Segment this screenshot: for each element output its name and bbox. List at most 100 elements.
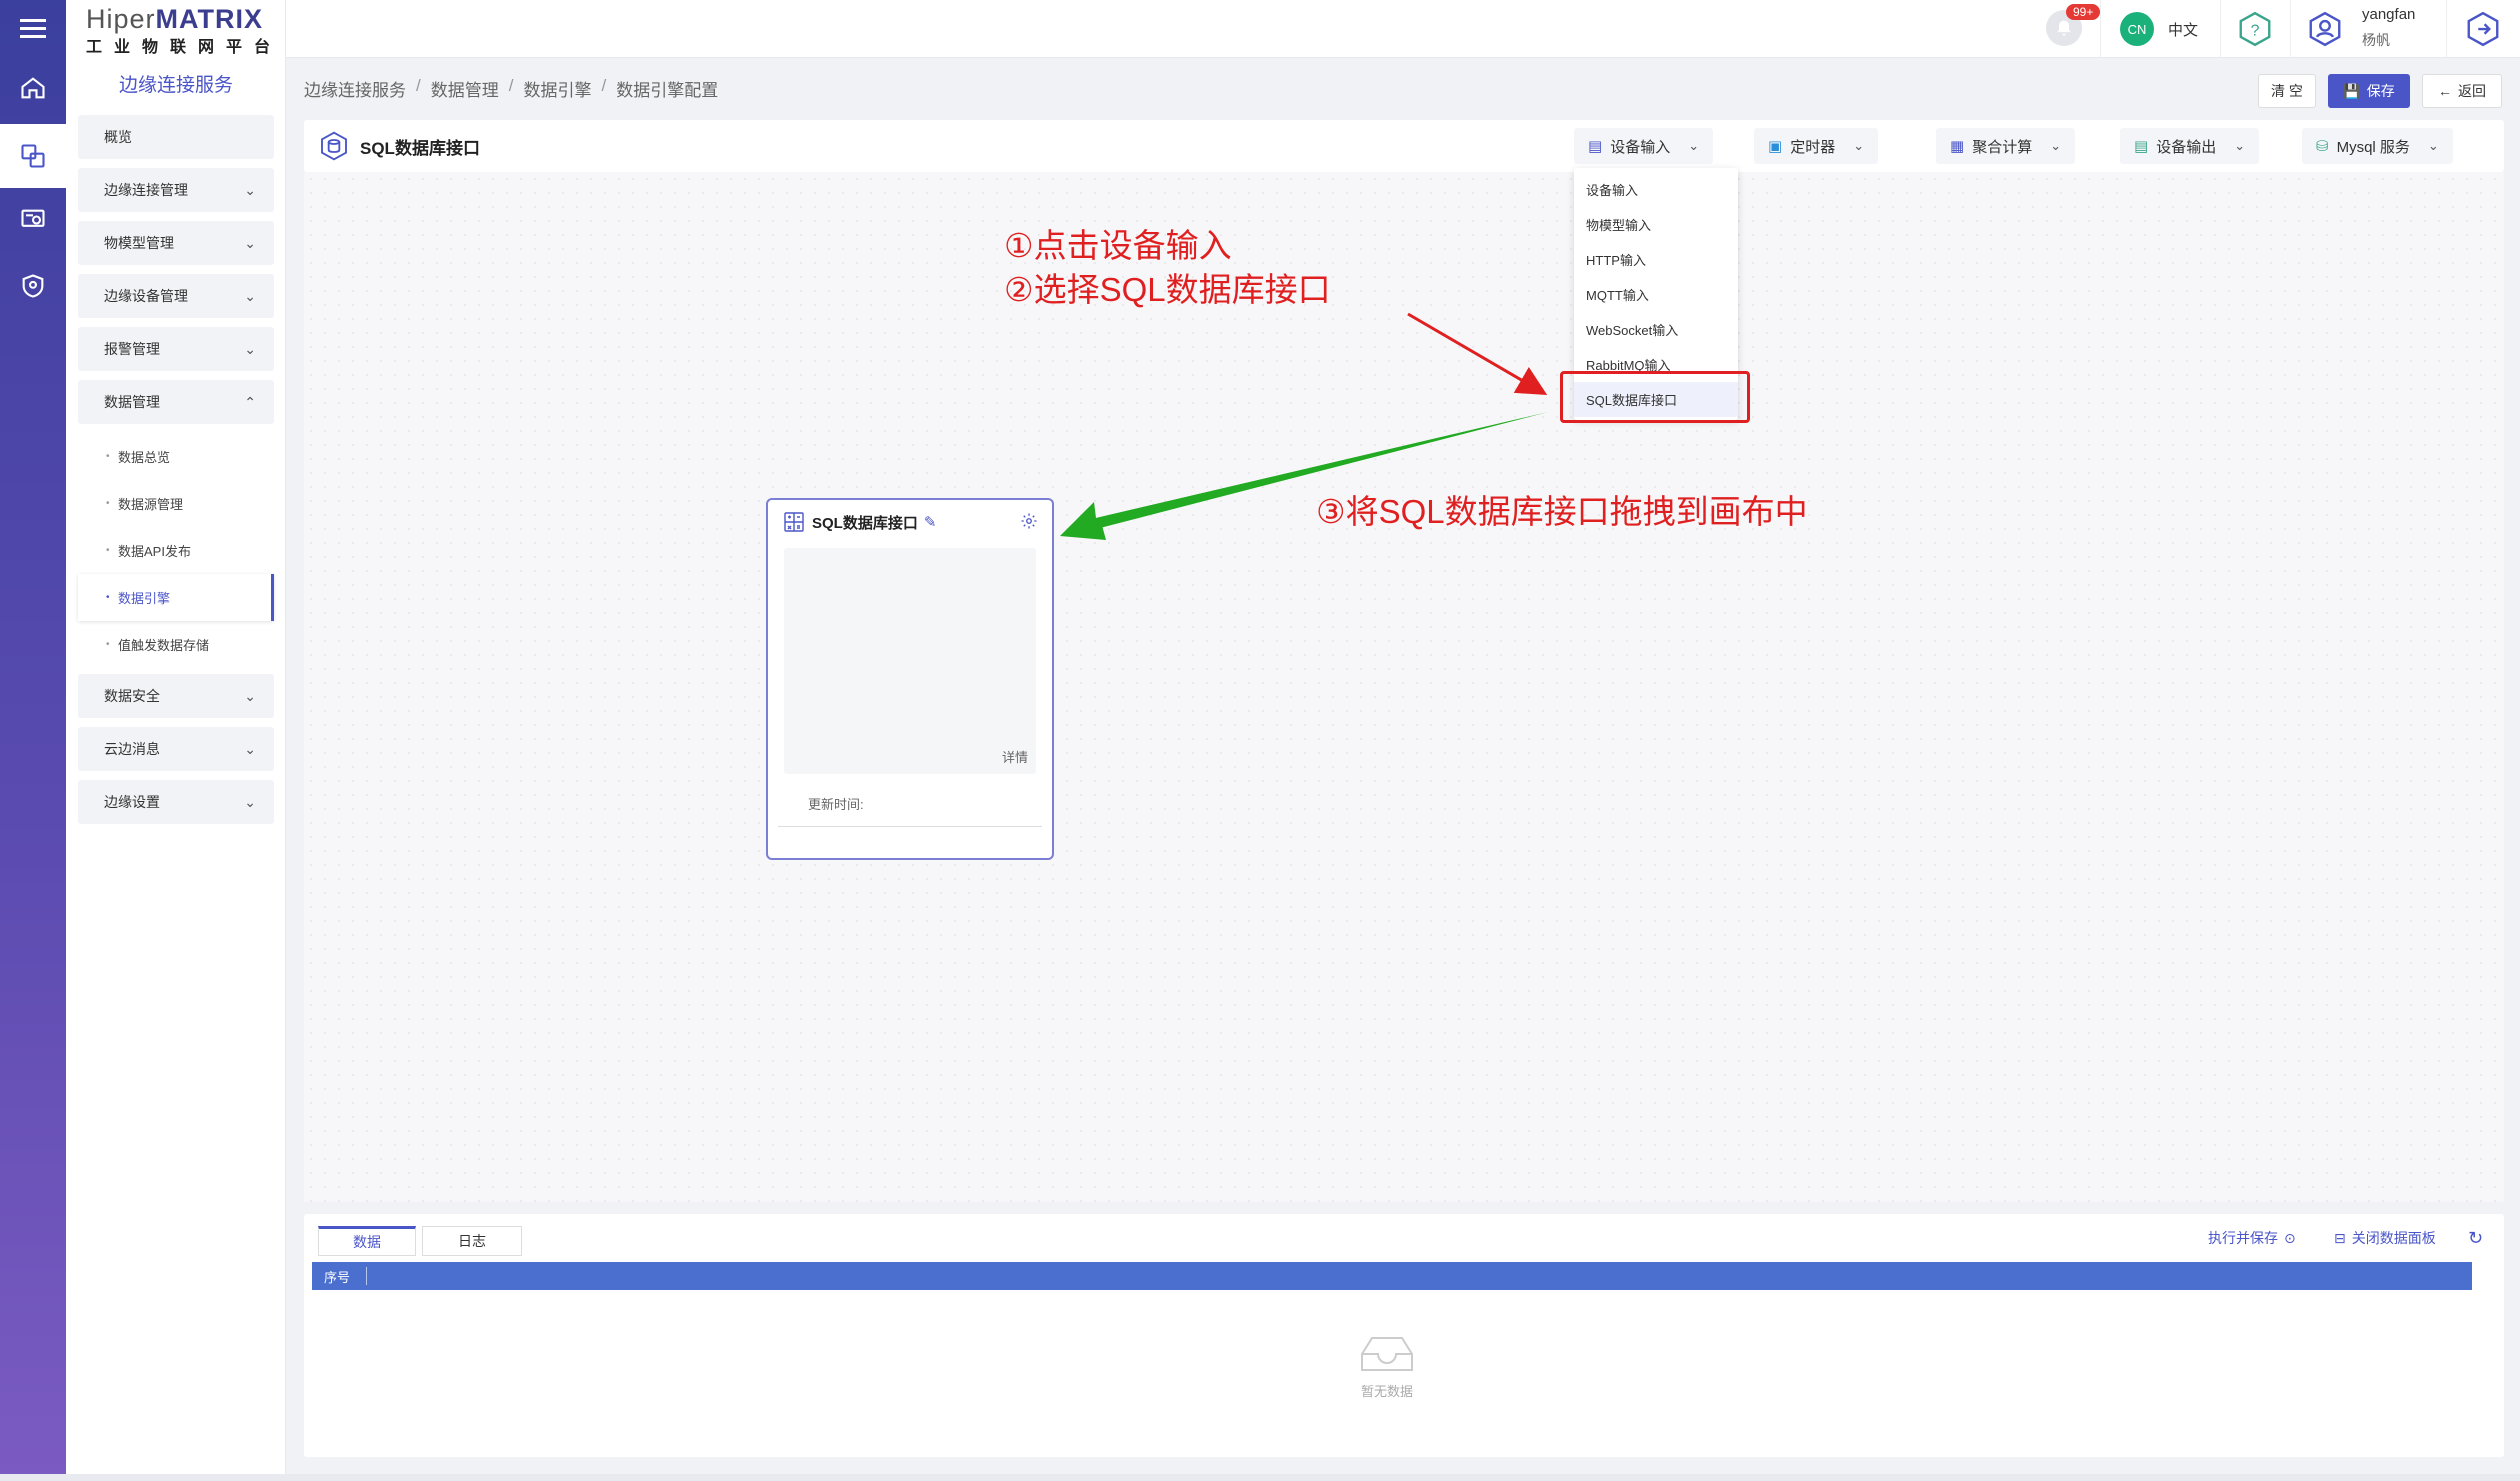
chevron-down-icon: ⌄ (2427, 138, 2439, 153)
language-label[interactable]: 中文 (2168, 19, 2198, 40)
chevron-down-icon: ⌄ (244, 340, 256, 357)
timer-icon: ▣ (1768, 138, 1783, 155)
tab-log[interactable]: 日志 (422, 1226, 522, 1256)
notification-badge: 99+ (2066, 4, 2101, 20)
svg-text:?: ? (2251, 22, 2260, 39)
chevron-down-icon: ⌄ (244, 181, 256, 198)
menu-toggle-icon[interactable] (0, 0, 66, 56)
sidebar-item-thing-model[interactable]: 物模型管理 ⌄ (78, 221, 274, 265)
chevron-down-icon: ⌄ (1853, 138, 1865, 153)
close-panel-button[interactable]: ⊟ 关闭数据面板 (2334, 1228, 2436, 1248)
chevron-down-icon: ⌄ (2234, 138, 2246, 153)
logout-icon[interactable] (2464, 10, 2502, 48)
chevron-down-icon: ⌄ (244, 740, 256, 757)
empty-box-icon (1361, 1337, 1413, 1371)
device-output-icon: ▤ (2134, 138, 2149, 155)
node-update-time: 更新时间: (808, 797, 864, 812)
brand-logo: HiperMATRIX 工业物联网平台 (86, 4, 283, 56)
arrow-left-icon: ← (2438, 83, 2452, 99)
language-icon[interactable]: CN (2120, 12, 2154, 46)
chevron-down-icon: ⌄ (1688, 138, 1700, 153)
user-display-name: 杨帆 (2362, 32, 2390, 48)
shield-icon[interactable] (0, 254, 66, 318)
chevron-up-icon: ⌃ (244, 393, 256, 410)
annotation-step2: ②选择SQL数据库接口 (1004, 271, 1331, 308)
database-icon: ⛁ (2316, 138, 2329, 155)
sidebar-menu: 概览 边缘连接管理⌄ 物模型管理⌄ 边缘设备管理⌄ 报警管理⌄ 数据管理⌃ 数据… (78, 115, 274, 833)
database-hex-icon (321, 131, 347, 161)
gear-icon[interactable] (1020, 512, 1038, 535)
home-icon[interactable] (0, 56, 66, 120)
chevron-down-icon: ⌄ (244, 793, 256, 810)
help-icon[interactable]: ? (2236, 10, 2274, 48)
node-detail-link[interactable]: 详情 (1002, 747, 1028, 766)
device-input-icon: ▤ (1588, 138, 1603, 155)
tab-data[interactable]: 数据 (318, 1226, 416, 1256)
play-icon: ⊙ (2284, 1229, 2296, 1246)
refresh-icon[interactable]: ↻ (2468, 1228, 2483, 1249)
sidebar-subitem-data-overview[interactable]: 数据总览 (78, 433, 274, 480)
menu-item-thing-model-input[interactable]: 物模型输入 (1574, 207, 1738, 242)
data-panel: 数据 日志 执行并保存 ⊙ ⊟ 关闭数据面板 ↻ 序号 暂无数据 (304, 1214, 2504, 1457)
sidebar: HiperMATRIX 工业物联网平台 边缘连接服务 概览 边缘连接管理 ⌄ 物模… (66, 0, 286, 1481)
sidebar-item-edge-device[interactable]: 边缘设备管理 ⌄ (78, 274, 274, 318)
annotation-step1: ①点击设备输入 (1004, 227, 1232, 264)
timer-dropdown[interactable]: ▣ 定时器 ⌄ (1754, 128, 1879, 164)
empty-state: 暂无数据 (1354, 1332, 1420, 1400)
node-toolbar: SQL数据库接口 ▤ 设备输入 ⌄ ▣ 定时器 ⌄ ▦ 聚合计算 ⌄ ▤ 设备输出 ⌄ ⛁ Mys… (304, 120, 2504, 172)
save-icon: 💾 (2343, 82, 2361, 99)
mysql-service-dropdown[interactable]: ⛁ Mysql 服务 ⌄ (2302, 128, 2453, 164)
annotation-step3: ③将SQL数据库接口拖拽到画布中 (1316, 493, 1808, 530)
sidebar-title: 边缘连接服务 (118, 75, 233, 96)
breadcrumb: 边缘连接服务 / 数据管理 / 数据引擎 / 数据引擎配置 (304, 76, 719, 101)
top-header: 99+ CN 中文 ? yangfan 杨帆 (286, 0, 2520, 58)
edge-connection-icon[interactable] (0, 124, 66, 188)
breadcrumb-item[interactable]: 数据管理 (431, 76, 499, 101)
sidebar-subitem-data-api[interactable]: 数据API发布 (78, 527, 274, 574)
menu-item-http-input[interactable]: HTTP输入 (1574, 242, 1738, 277)
aggregate-dropdown[interactable]: ▦ 聚合计算 ⌄ (1936, 128, 2076, 164)
node-preview-area: 详情 (784, 548, 1036, 774)
menu-item-mqtt-input[interactable]: MQTT输入 (1574, 277, 1738, 312)
back-button[interactable]: ← 返回 (2422, 74, 2502, 108)
sidebar-item-data[interactable]: 数据管理 ⌃ (78, 380, 274, 424)
save-button[interactable]: 💾 保存 (2328, 74, 2410, 108)
device-input-dropdown[interactable]: ▤ 设备输入 ⌄ (1574, 128, 1714, 164)
edit-icon[interactable]: ✎ (924, 513, 937, 531)
chevron-down-icon: ⌄ (244, 287, 256, 304)
node-header: SQL数据库接口 ✎ (782, 510, 936, 534)
sidebar-item-edge-settings[interactable]: 边缘设置 ⌄ (78, 780, 274, 824)
menu-item-device-input[interactable]: 设备输入 (1574, 172, 1738, 207)
sidebar-item-edge-connection[interactable]: 边缘连接管理 ⌄ (78, 168, 274, 212)
flow-canvas[interactable] (304, 172, 2504, 1202)
calculator-icon: ▦ (1950, 138, 1965, 155)
icon-rail (0, 0, 66, 1481)
chevron-down-icon: ⌄ (244, 234, 256, 251)
sidebar-item-cloud-edge-msg[interactable]: 云边消息 ⌄ (78, 727, 274, 771)
user-name[interactable]: yangfan (2362, 6, 2415, 23)
sidebar-subitem-trigger-storage[interactable]: 值触发数据存储 (78, 621, 274, 668)
sidebar-subitem-data-engine[interactable]: 数据引擎 (78, 574, 274, 621)
breadcrumb-item: 数据引擎配置 (616, 81, 719, 100)
user-avatar-icon[interactable] (2306, 10, 2344, 48)
menu-item-websocket-input[interactable]: WebSocket输入 (1574, 312, 1738, 347)
chevron-down-icon: ⌄ (244, 687, 256, 704)
highlight-box (1560, 371, 1750, 423)
breadcrumb-item[interactable]: 数据引擎 (523, 76, 591, 101)
chevron-down-icon: ⌄ (2050, 138, 2062, 153)
sidebar-item-alarm[interactable]: 报警管理 ⌄ (78, 327, 274, 371)
calculator-icon (784, 512, 804, 532)
execute-save-button[interactable]: 执行并保存 ⊙ (2208, 1228, 2296, 1248)
sql-interface-node[interactable]: SQL数据库接口 ✎ 详情 更新时间: (766, 498, 1054, 860)
monitor-icon[interactable] (0, 188, 66, 252)
sidebar-item-overview[interactable]: 概览 (78, 115, 274, 159)
collapse-icon: ⊟ (2334, 1229, 2346, 1246)
device-output-dropdown[interactable]: ▤ 设备输出 ⌄ (2120, 128, 2260, 164)
clear-button[interactable]: 清 空 (2258, 74, 2316, 108)
sidebar-subitem-data-source[interactable]: 数据源管理 (78, 480, 274, 527)
flow-title: SQL数据库接口 (318, 130, 480, 162)
sidebar-item-data-security[interactable]: 数据安全 ⌄ (78, 674, 274, 718)
column-header-index: 序号 (324, 1269, 351, 1285)
table-header: 序号 (312, 1262, 2472, 1290)
breadcrumb-item[interactable]: 边缘连接服务 (304, 76, 406, 101)
